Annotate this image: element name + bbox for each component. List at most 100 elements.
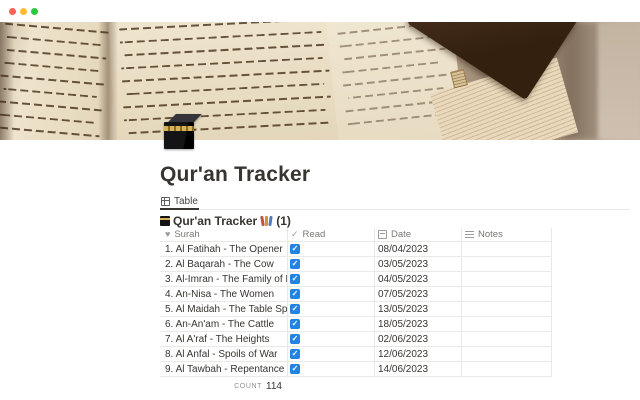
cover-script-line	[122, 70, 330, 83]
cover-script-line	[2, 62, 100, 73]
cover-script-line	[339, 35, 439, 47]
surah-cell[interactable]: 2. Al Baqarah - The Cow	[160, 257, 288, 271]
surah-cell[interactable]: 1. Al Fatihah - The Opener	[160, 242, 288, 256]
cover-script-line	[0, 113, 95, 124]
notes-cell[interactable]	[462, 362, 552, 376]
read-checkbox[interactable]	[290, 304, 300, 314]
kaaba-icon-gold-band	[164, 126, 194, 131]
read-cell	[288, 257, 375, 271]
database-title[interactable]: Qur'an Tracker (1)	[160, 213, 632, 228]
cover-ornament	[450, 69, 468, 89]
cover-script-line	[126, 83, 324, 95]
table-row[interactable]: 2. Al Baqarah - The Cow 03/05/2023	[160, 257, 552, 272]
notes-cell[interactable]	[462, 332, 552, 346]
cover-script-line	[347, 113, 447, 125]
cover-script-line	[3, 88, 97, 98]
cover-script-line	[341, 61, 441, 73]
column-header-date[interactable]: Date	[375, 228, 462, 241]
tab-table[interactable]: Table	[160, 194, 199, 210]
surah-cell[interactable]: 9. Al Tawbah - Repentance	[160, 362, 288, 376]
cover-book-page-middle	[108, 22, 344, 140]
column-label: Read	[303, 229, 326, 240]
column-header-surah[interactable]: Surah	[160, 228, 288, 241]
table-row[interactable]: 5. Al Maidah - The Table Spread 13/05/20…	[160, 302, 552, 317]
read-checkbox[interactable]	[290, 274, 300, 284]
cover-script-line	[343, 73, 449, 86]
cover-script-line	[123, 96, 331, 109]
table-row[interactable]: 8. Al Anfal - Spoils of War 12/06/2023	[160, 347, 552, 362]
read-cell	[288, 302, 375, 316]
read-cell	[288, 242, 375, 256]
table-row[interactable]: 6. An-An'am - The Cattle 18/05/2023	[160, 317, 552, 332]
surah-cell[interactable]: 5. Al Maidah - The Table Spread	[160, 302, 288, 316]
database-count-badge: (1)	[276, 214, 291, 228]
surah-cell[interactable]: 7. Al A'raf - The Heights	[160, 332, 288, 346]
minimize-window-button[interactable]	[20, 8, 27, 15]
table-header-row: Surah Read Date Notes	[160, 228, 552, 242]
table-row[interactable]: 4. An-Nisa - The Women 07/05/2023	[160, 287, 552, 302]
notes-cell[interactable]	[462, 347, 552, 361]
surah-cell[interactable]: 3. Al-Imran - The Family of Imran	[160, 272, 288, 286]
window-titlebar	[0, 0, 640, 22]
table-row[interactable]: 9. Al Tawbah - Repentance 14/06/2023	[160, 362, 552, 377]
table-row[interactable]: 3. Al-Imran - The Family of Imran 04/05/…	[160, 272, 552, 287]
surah-cell[interactable]: 6. An-An'am - The Cattle	[160, 317, 288, 331]
close-window-button[interactable]	[9, 8, 16, 15]
kaaba-icon-body	[164, 122, 194, 149]
notes-cell[interactable]	[462, 287, 552, 301]
table-count-footer[interactable]: COUNT 114	[160, 380, 288, 392]
date-cell[interactable]: 13/05/2023	[375, 302, 462, 316]
read-checkbox[interactable]	[290, 259, 300, 269]
column-header-notes[interactable]: Notes	[462, 228, 552, 241]
cover-background-strip	[598, 22, 640, 140]
read-checkbox[interactable]	[290, 364, 300, 374]
date-cell[interactable]: 03/05/2023	[375, 257, 462, 271]
books-icon	[261, 215, 273, 226]
table-view-icon	[161, 197, 170, 206]
date-cell[interactable]: 08/04/2023	[375, 242, 462, 256]
date-cell[interactable]: 02/06/2023	[375, 332, 462, 346]
surah-cell[interactable]: 8. Al Anfal - Spoils of War	[160, 347, 288, 361]
database-table: Surah Read Date Notes 1. Al Fatihah - Th…	[160, 228, 552, 392]
read-checkbox[interactable]	[290, 334, 300, 344]
column-label: Notes	[478, 229, 503, 240]
read-checkbox[interactable]	[290, 349, 300, 359]
page-icon-kaaba[interactable]	[162, 114, 200, 152]
page-cover-image[interactable]	[0, 22, 640, 140]
date-cell[interactable]: 07/05/2023	[375, 287, 462, 301]
cover-script-line	[5, 23, 109, 34]
table-row[interactable]: 7. Al A'raf - The Heights 02/06/2023	[160, 332, 552, 347]
cover-spine-shadow	[98, 22, 118, 140]
notes-cell[interactable]	[462, 317, 552, 331]
table-row[interactable]: 1. Al Fatihah - The Opener 08/04/2023	[160, 242, 552, 257]
date-cell[interactable]: 14/06/2023	[375, 362, 462, 376]
cover-script-line	[124, 109, 326, 122]
notes-cell[interactable]	[462, 257, 552, 271]
cover-script-line	[0, 100, 102, 111]
view-tabs-bar: Table	[160, 193, 630, 210]
read-checkbox[interactable]	[290, 319, 300, 329]
read-checkbox[interactable]	[290, 289, 300, 299]
count-label: COUNT	[234, 383, 262, 390]
cover-script-line	[4, 36, 102, 47]
date-cell[interactable]: 12/06/2023	[375, 347, 462, 361]
notes-cell[interactable]	[462, 302, 552, 316]
surah-cell[interactable]: 4. An-Nisa - The Women	[160, 287, 288, 301]
tab-label: Table	[174, 196, 198, 207]
zoom-window-button[interactable]	[31, 8, 38, 15]
cover-script-line	[0, 127, 100, 138]
column-header-read[interactable]: Read	[288, 228, 375, 241]
notes-cell[interactable]	[462, 242, 552, 256]
date-cell[interactable]: 18/05/2023	[375, 317, 462, 331]
heart-icon	[165, 229, 170, 240]
cover-script-line	[120, 31, 322, 44]
date-cell[interactable]: 04/05/2023	[375, 272, 462, 286]
database-title-text: Qur'an Tracker	[173, 214, 257, 228]
read-cell	[288, 287, 375, 301]
notes-cell[interactable]	[462, 272, 552, 286]
read-cell	[288, 332, 375, 346]
cover-script-line	[124, 44, 328, 57]
read-checkbox[interactable]	[290, 244, 300, 254]
read-cell	[288, 272, 375, 286]
page-content: Qur'an Tracker Table Qur'an Tracker (1) …	[160, 140, 632, 392]
